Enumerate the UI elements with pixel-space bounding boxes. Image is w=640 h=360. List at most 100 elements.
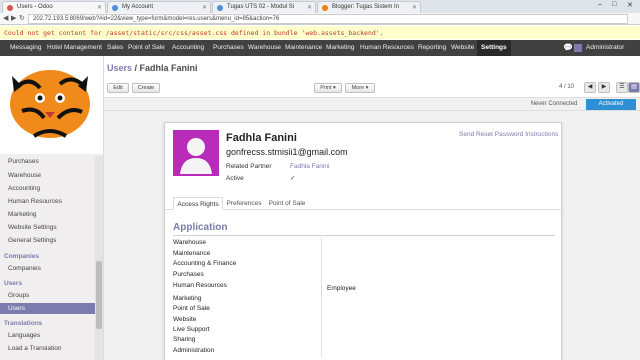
more-button[interactable]: More ▾ [345,83,375,93]
maximize-icon[interactable]: □ [612,1,616,8]
application-section-title: Application [173,222,228,233]
create-button[interactable]: Create [132,83,160,93]
sidebar-item-accounting[interactable]: Accounting [8,185,40,192]
blogger-favicon-icon [322,5,328,11]
menu-settings[interactable]: Settings [477,40,511,56]
user-email[interactable]: gonfrecss.stmisii1@gmail.com [226,147,348,157]
user-menu[interactable]: Administrator [586,40,624,56]
app-row-maintenance: Maintenance [173,250,211,257]
menu-warehouse[interactable]: Warehouse [248,40,281,56]
avatar [574,44,582,52]
pager-value: 4 / 10 [559,84,575,90]
sidebar-item-general-settings[interactable]: General Settings [8,237,56,244]
menu-sales[interactable]: Sales [107,40,123,56]
tab-preferences[interactable]: Preferences [223,197,265,210]
main-content: Users / Fadhla Fanini Edit Create Print … [104,56,640,360]
browser-tab-tugas-uts[interactable]: Tugas UTS 02 - Modul Si ✕ [212,1,316,13]
user-silhouette-icon [173,130,219,176]
browser-tab-bar: Users - Odoo ✕ My Account ✕ Tugas UTS 02… [0,0,640,13]
user-name[interactable]: Fadhla Fanini [226,132,297,144]
sidebar-scrollbar[interactable] [95,156,103,360]
sidebar-scrollbar-thumb[interactable] [96,261,102,329]
app-row-website: Website [173,316,197,323]
browser-tab-my-account[interactable]: My Account ✕ [107,1,211,13]
minimize-icon[interactable]: – [598,1,602,8]
browser-tab-blogger[interactable]: Blogger: Tugas Sistem In ✕ [317,1,421,13]
pager-next-icon[interactable]: ▶ [598,82,610,93]
user-avatar[interactable] [173,130,219,176]
app-row-administration: Administration [173,347,215,354]
menu-maintenance[interactable]: Maintenance [285,40,322,56]
breadcrumb-users-link[interactable]: Users [107,63,132,73]
menu-marketing[interactable]: Marketing [326,40,355,56]
sidebar-item-load-translation[interactable]: Load a Translation [8,345,61,352]
sidebar-item-warehouse[interactable]: Warehouse [8,172,41,179]
related-partner-label: Related Partner [226,163,272,170]
sidebar-item-groups[interactable]: Groups [8,292,29,299]
print-button[interactable]: Print ▾ [314,83,342,93]
sidebar-item-companies[interactable]: Companies [8,265,41,272]
google-favicon-icon [217,5,223,11]
app-row-warehouse: Warehouse [173,239,206,246]
app-row-point-of-sale: Point of Sale [173,305,210,312]
close-window-icon[interactable]: ✕ [627,1,633,9]
sidebar-item-human-resources[interactable]: Human Resources [8,198,62,205]
odoo-favicon-icon [7,5,13,11]
address-bar-row: ◀ ▶ ↻ 202.72.193.5:8069/web?#id=22&view_… [0,13,640,25]
status-never-connected[interactable]: Never Connected [524,99,584,110]
close-tab-icon[interactable]: ✕ [202,4,207,11]
company-logo [0,56,103,154]
form-view-icon[interactable]: ▤ [628,82,640,93]
form-sheet: Fadhla Fanini gonfrecss.stmisii1@gmail.c… [164,122,563,360]
list-view-icon[interactable]: ☰ [616,82,628,93]
tiger-logo-icon [10,70,90,138]
sidebar-item-languages[interactable]: Languages [8,332,40,339]
status-bar: Never Connected Activated [104,98,640,111]
menu-accounting[interactable]: Accounting [172,40,204,56]
reload-icon[interactable]: ↻ [19,14,25,22]
breadcrumb: Users / Fadhla Fanini [107,63,198,73]
forward-icon[interactable]: ▶ [11,14,16,22]
sidebar-header-users: Users [4,280,23,287]
hr-access-value[interactable]: Employee [327,285,356,292]
tab-point-of-sale[interactable]: Point of Sale [265,197,309,210]
menu-purchases[interactable]: Purchases [213,40,244,56]
control-panel: Users / Fadhla Fanini Edit Create Print … [104,56,640,98]
tab-access-rights[interactable]: Access Rights [173,197,223,210]
send-reset-password-link[interactable]: Send Reset Password Instructions [459,131,558,138]
sidebar: Purchases Warehouse Accounting Human Res… [0,56,104,360]
page-title: Fadhla Fanini [139,63,198,73]
app-row-marketing: Marketing [173,295,202,302]
related-partner-link[interactable]: Fadhla Fanini [290,163,329,170]
active-label: Active [226,175,244,182]
account-favicon-icon [112,5,118,11]
sidebar-item-marketing[interactable]: Marketing [8,211,37,218]
column-divider [321,237,322,357]
close-tab-icon[interactable]: ✕ [412,4,417,11]
menu-point-of-sale[interactable]: Point of Sale [128,40,165,56]
menu-reporting[interactable]: Reporting [418,40,446,56]
menu-messaging[interactable]: Messaging [10,40,41,56]
close-tab-icon[interactable]: ✕ [307,4,312,11]
app-row-purchases: Purchases [173,271,204,278]
sidebar-header-translations: Translations [4,320,43,327]
asset-warning: Could not get content for /asset/static/… [0,26,640,39]
sidebar-item-website-settings[interactable]: Website Settings [8,224,57,231]
menu-human-resources[interactable]: Human Resources [360,40,414,56]
app-row-live-support: Live Support [173,326,210,333]
active-checkbox[interactable]: ✓ [290,174,295,182]
edit-button[interactable]: Edit [107,83,129,93]
menu-hotel-management[interactable]: Hotel Management [47,40,102,56]
close-tab-icon[interactable]: ✕ [97,4,102,11]
menu-website[interactable]: Website [451,40,474,56]
app-row-accounting: Accounting & Finance [173,260,237,267]
chat-icon[interactable]: 💬 [563,40,573,56]
url-input[interactable]: 202.72.193.5:8069/web?#id=22&view_type=f… [28,14,628,24]
back-icon[interactable]: ◀ [3,14,8,22]
sidebar-item-purchases[interactable]: Purchases [8,158,39,165]
section-divider [173,235,555,236]
status-activated[interactable]: Activated [586,99,636,110]
sidebar-item-users[interactable]: Users [0,303,96,314]
browser-tab-users[interactable]: Users - Odoo ✕ [2,1,106,13]
pager-prev-icon[interactable]: ◀ [584,82,596,93]
